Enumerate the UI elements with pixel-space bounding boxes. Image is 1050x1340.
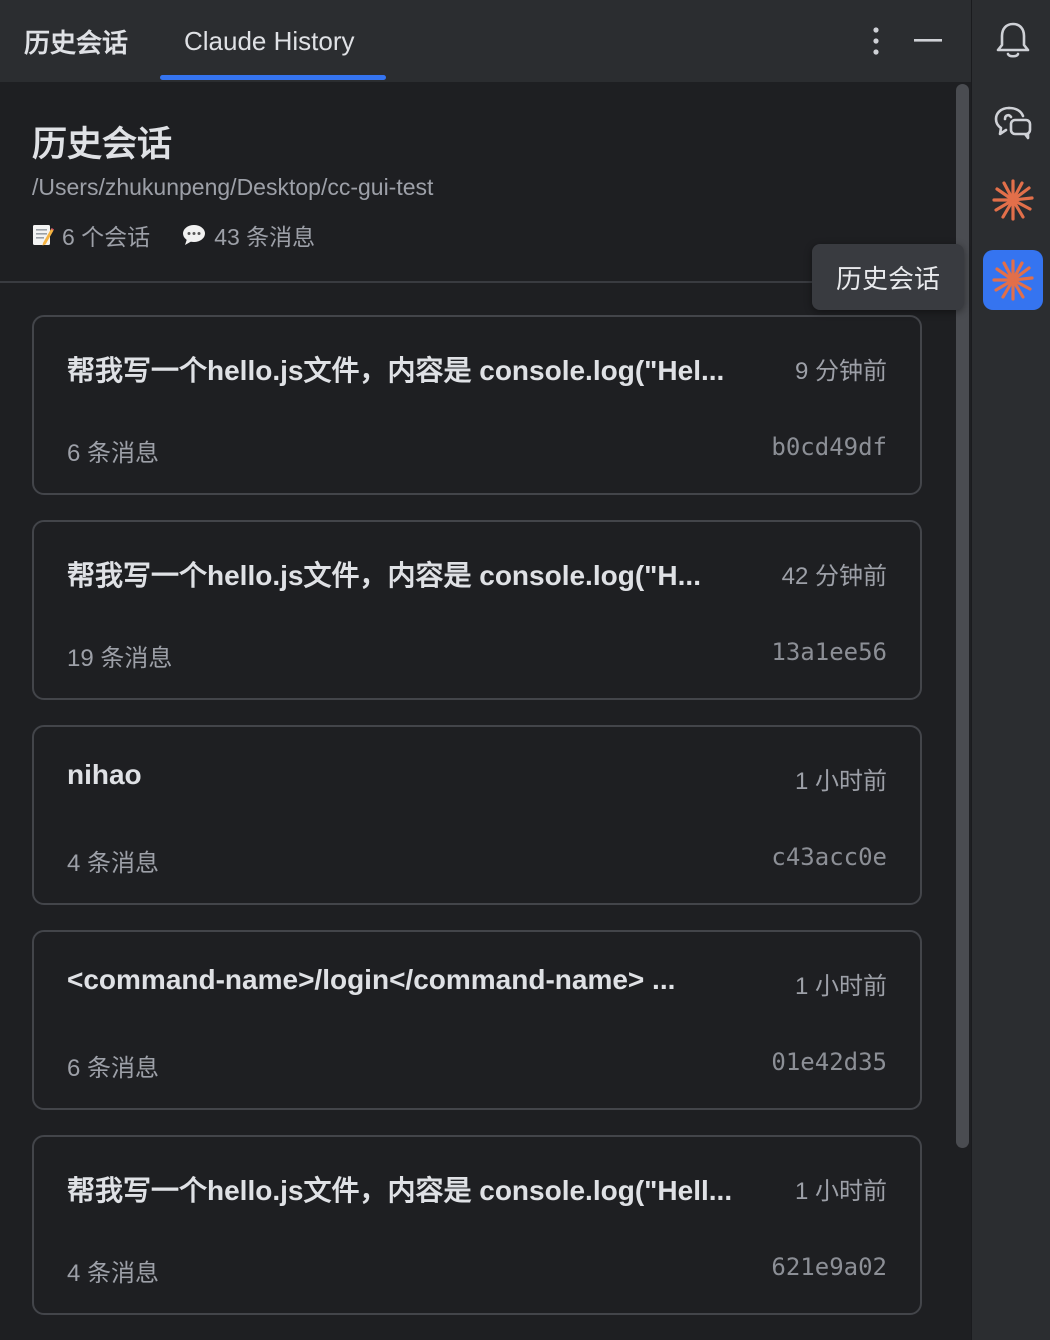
notifications-button[interactable]: [983, 10, 1043, 70]
session-count: 6 个会话: [62, 224, 151, 250]
session-card[interactable]: 帮我写一个hello.js文件，内容是 console.log("Hell...…: [32, 1135, 922, 1315]
right-tool-strip: [971, 0, 1050, 1340]
more-options-button[interactable]: [853, 18, 899, 64]
session-card[interactable]: 帮我写一个hello.js文件，内容是 console.log("Hel... …: [32, 315, 922, 495]
page-title: 历史会话: [32, 125, 173, 164]
history-panel: 历史会话 Claude History 历史会话 /Users/zhukunpe…: [0, 0, 971, 1340]
session-list: 帮我写一个hello.js文件，内容是 console.log("Hel... …: [32, 315, 922, 1340]
more-vertical-icon: [873, 27, 879, 55]
minimize-icon: [914, 39, 942, 42]
session-title: nihao: [67, 759, 142, 790]
session-message-count: 6 条消息: [67, 440, 160, 467]
session-card[interactable]: <command-name>/login</command-name> ... …: [32, 930, 922, 1110]
ai-chat-icon: [994, 106, 1032, 140]
bell-icon: [996, 22, 1030, 58]
session-message-count: 19 条消息: [67, 645, 173, 672]
session-time: 1 小时前: [794, 973, 887, 1000]
session-id: b0cd49df: [771, 433, 887, 461]
message-count-stat: 43 条消息: [182, 218, 315, 252]
session-title: 帮我写一个hello.js文件，内容是 console.log("Hel...: [67, 355, 725, 386]
session-time: 9 分钟前: [794, 358, 887, 385]
project-path: /Users/zhukunpeng/Desktop/cc-gui-test: [32, 174, 434, 200]
session-title: 帮我写一个hello.js文件，内容是 console.log("Hell...: [67, 1175, 733, 1206]
session-card[interactable]: 帮我写一个hello.js文件，内容是 console.log("H... 42…: [32, 520, 922, 700]
session-title: 帮我写一个hello.js文件，内容是 console.log("H...: [67, 560, 701, 591]
session-id: 01e42d35: [771, 1048, 887, 1076]
ai-chat-button[interactable]: [983, 92, 1043, 152]
session-message-count: 4 条消息: [67, 1260, 160, 1287]
claude-history-button[interactable]: [983, 250, 1043, 310]
history-header: 历史会话 /Users/zhukunpeng/Desktop/cc-gui-te…: [0, 82, 954, 283]
app-window: 历史会话 Claude History 历史会话 /Users/zhukunpe…: [0, 0, 1050, 1340]
message-count: 43 条消息: [214, 224, 316, 250]
session-message-count: 6 条消息: [67, 1055, 160, 1082]
tab-bar: 历史会话 Claude History: [0, 0, 971, 82]
session-id: 13a1ee56: [771, 638, 887, 666]
session-card[interactable]: nihao 1 小时前 4 条消息 c43acc0e: [32, 725, 922, 905]
speech-bubble-icon: [182, 224, 206, 246]
minimize-button[interactable]: [905, 18, 951, 64]
claude-button[interactable]: [983, 170, 1043, 230]
tab-history[interactable]: 历史会话: [24, 0, 128, 82]
claude-history-icon: [992, 259, 1034, 301]
session-time: 42 分钟前: [781, 563, 887, 590]
tab-claude-history[interactable]: Claude History: [184, 0, 355, 82]
session-title: <command-name>/login</command-name> ...: [67, 964, 676, 995]
session-count-stat: 6 个会话: [32, 218, 150, 252]
active-tab-indicator: [160, 75, 386, 80]
session-id: 621e9a02: [771, 1253, 887, 1281]
session-id: c43acc0e: [771, 843, 887, 871]
history-stats: 6 个会话 43 条消息: [32, 218, 347, 252]
tooltip: 历史会话: [812, 244, 964, 310]
memo-icon: [32, 223, 54, 247]
session-message-count: 4 条消息: [67, 850, 160, 877]
session-time: 1 小时前: [794, 1178, 887, 1205]
claude-icon: [992, 179, 1034, 221]
session-time: 1 小时前: [794, 768, 887, 795]
